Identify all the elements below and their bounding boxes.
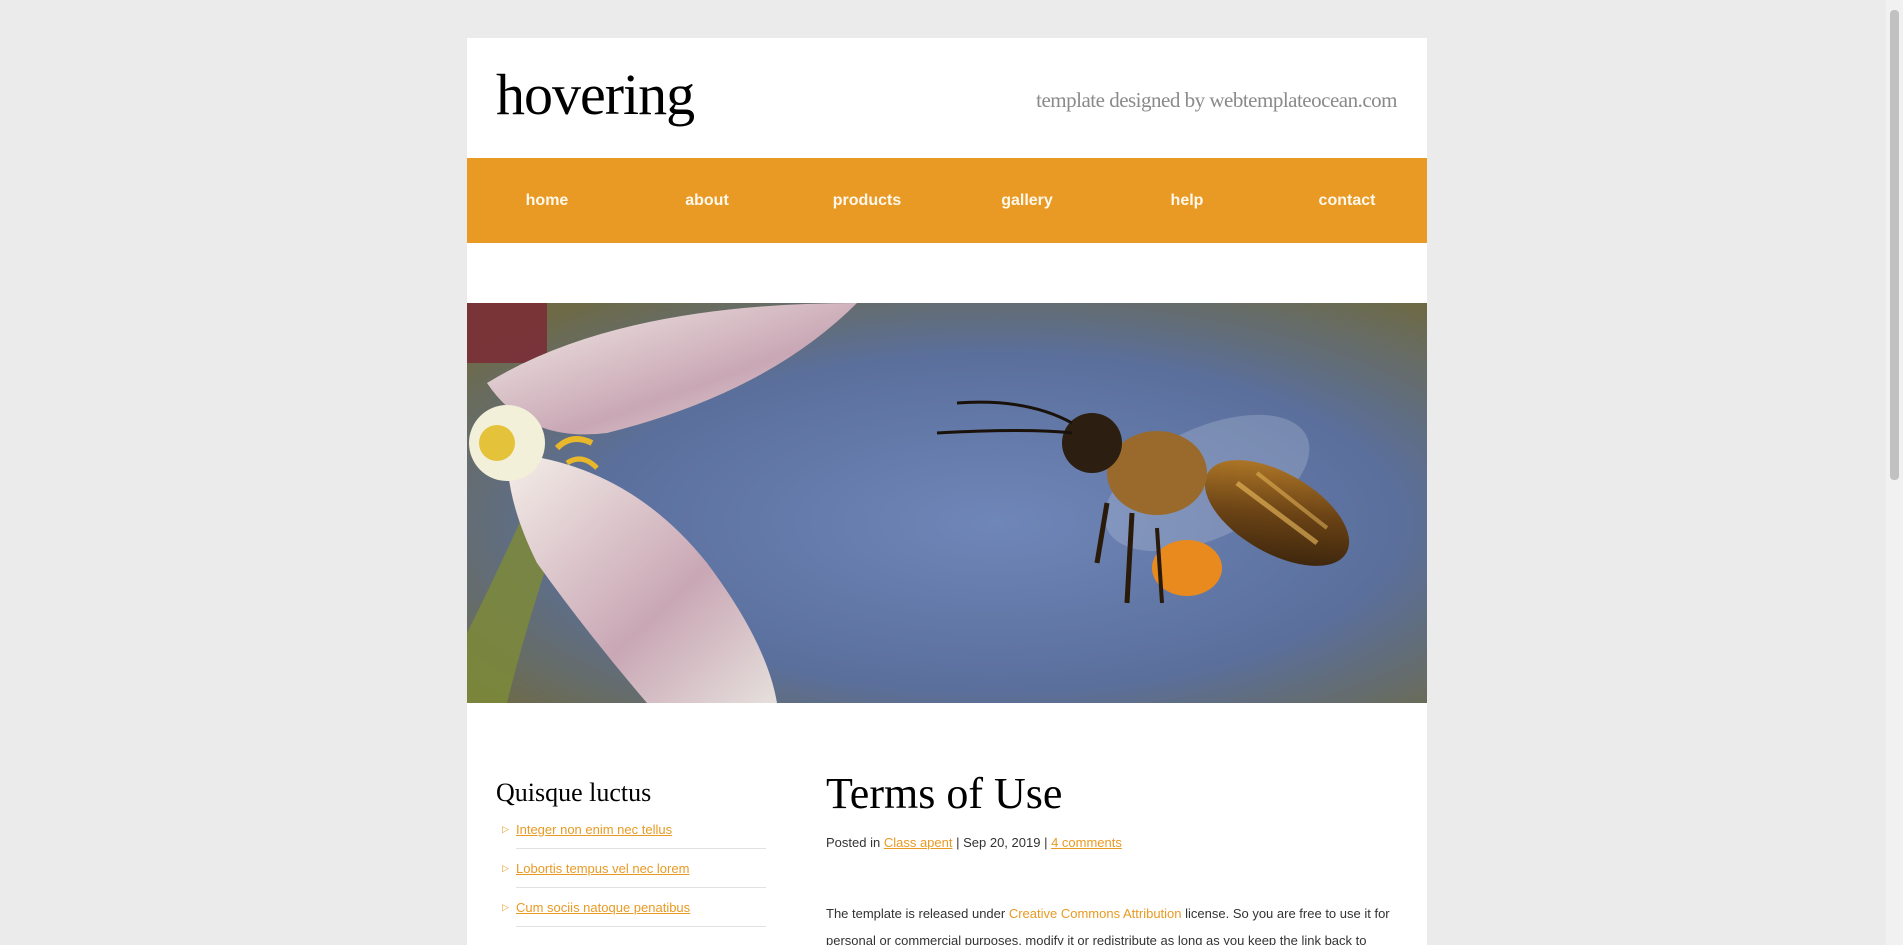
page-scrollbar[interactable]: [1886, 0, 1903, 945]
sidebar-link[interactable]: Lobortis tempus vel nec lorem: [516, 861, 689, 876]
site-header: hovering template designed by webtemplat…: [467, 38, 1427, 158]
meta-separator: |: [952, 834, 964, 850]
sidebar-list-item: ▷ Integer non enim nec tellus: [496, 822, 766, 849]
nav-item-home[interactable]: home: [467, 158, 627, 243]
posted-in-label: Posted in: [826, 834, 881, 850]
scrollbar-thumb[interactable]: [1890, 10, 1899, 480]
main-navigation: home about products gallery help contact: [467, 158, 1427, 243]
comments-link[interactable]: 4 comments: [1051, 835, 1122, 850]
sidebar-link[interactable]: Integer non enim nec tellus: [516, 822, 672, 837]
article-meta: Posted in Class apent | Sep 20, 2019 | 4…: [826, 835, 1396, 850]
body-text-part1: The template is released under: [826, 905, 1009, 921]
nav-item-contact[interactable]: contact: [1267, 158, 1427, 243]
nav-item-help[interactable]: help: [1107, 158, 1267, 243]
hero-bee-flower-illustration: [467, 303, 1427, 703]
sidebar-list-item: ▷ Cum sociis natoque penatibus: [496, 900, 766, 927]
triangle-bullet-icon: ▷: [502, 824, 509, 834]
site-logo[interactable]: hovering: [496, 66, 695, 124]
sidebar-list-item: ▷ Lobortis tempus vel nec lorem: [496, 861, 766, 888]
nav-item-about[interactable]: about: [627, 158, 787, 243]
triangle-bullet-icon: ▷: [502, 902, 509, 912]
triangle-bullet-icon: ▷: [502, 863, 509, 873]
nav-item-gallery[interactable]: gallery: [947, 158, 1107, 243]
meta-separator: |: [1040, 834, 1052, 850]
site-tagline: template designed by webtemplateocean.co…: [1036, 88, 1397, 112]
sidebar-title: Quisque luctus: [496, 778, 652, 807]
article-title: Terms of Use: [826, 769, 1063, 818]
sidebar-link[interactable]: Cum sociis natoque penatibus: [516, 900, 690, 915]
divider: [516, 926, 766, 927]
category-link[interactable]: Class apent: [884, 835, 953, 850]
sidebar-link-list: ▷ Integer non enim nec tellus ▷ Lobortis…: [496, 822, 766, 927]
article-date: Sep 20, 2019: [963, 834, 1041, 850]
nav-item-products[interactable]: products: [787, 158, 947, 243]
article-body: The template is released under Creative …: [826, 900, 1396, 945]
hero-image: [467, 303, 1427, 703]
main-content: Terms of Use Posted in Class apent | Sep…: [826, 768, 1396, 945]
sidebar: Quisque luctus ▷ Integer non enim nec te…: [496, 778, 766, 939]
page-container: hovering template designed by webtemplat…: [467, 38, 1427, 945]
divider: [516, 848, 766, 849]
divider: [516, 887, 766, 888]
license-link[interactable]: Creative Commons Attribution: [1009, 906, 1182, 921]
